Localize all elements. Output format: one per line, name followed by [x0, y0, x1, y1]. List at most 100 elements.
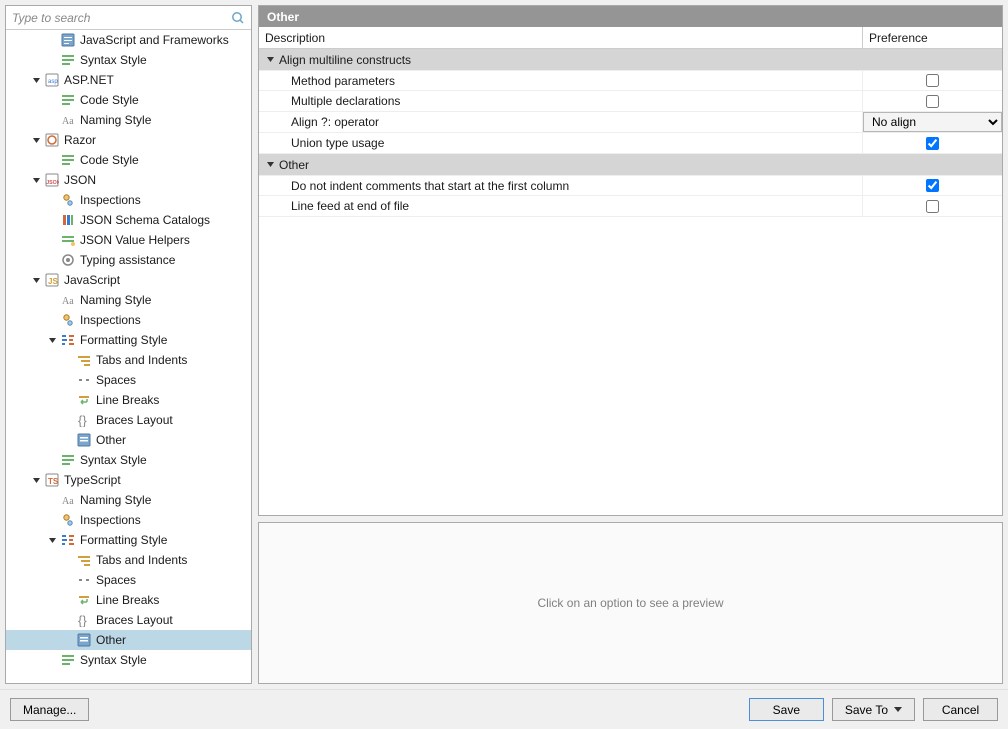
tree-item[interactable]: Tabs and Indents	[6, 550, 251, 570]
tree-item[interactable]: Inspections	[6, 190, 251, 210]
tree-item-label: Inspections	[80, 513, 247, 527]
tree-item[interactable]: Code Style	[6, 90, 251, 110]
tree-item[interactable]: {}Braces Layout	[6, 410, 251, 430]
lbreaks-icon	[76, 392, 92, 408]
lbreaks-icon	[76, 592, 92, 608]
expander-icon	[46, 114, 58, 126]
tree-item[interactable]: Syntax Style	[6, 650, 251, 670]
tree-item[interactable]: Syntax Style	[6, 50, 251, 70]
tree-item[interactable]: Syntax Style	[6, 450, 251, 470]
tree-item[interactable]: Razor	[6, 130, 251, 150]
expander-icon	[46, 54, 58, 66]
tree-item[interactable]: Spaces	[6, 570, 251, 590]
svg-text:asp: asp	[48, 79, 58, 85]
option-row[interactable]: Union type usage	[259, 133, 1002, 154]
search-icon[interactable]	[227, 7, 249, 29]
tree-item[interactable]: JSJavaScript	[6, 270, 251, 290]
expander-icon	[46, 654, 58, 666]
tree-item[interactable]: AaNaming Style	[6, 290, 251, 310]
expander-icon	[62, 614, 74, 626]
tree-item-label: Syntax Style	[80, 53, 247, 67]
option-row[interactable]: Method parameters	[259, 70, 1002, 91]
expander-icon[interactable]	[30, 474, 42, 486]
column-preference[interactable]: Preference	[862, 27, 1002, 48]
expander-icon	[62, 554, 74, 566]
option-label: Align ?: operator	[259, 115, 862, 129]
tree-item-label: Formatting Style	[80, 533, 247, 547]
tree-item[interactable]: Other	[6, 430, 251, 450]
tree-item[interactable]: Inspections	[6, 510, 251, 530]
tree-item-label: ASP.NET	[64, 73, 247, 87]
save-to-button[interactable]: Save To	[832, 698, 915, 721]
tree-item[interactable]: Line Breaks	[6, 390, 251, 410]
tree-item-label: Other	[96, 433, 247, 447]
expander-icon	[62, 594, 74, 606]
file-razor-icon	[44, 132, 60, 148]
tree-item[interactable]: Formatting Style	[6, 530, 251, 550]
option-row[interactable]: Line feed at end of file	[259, 196, 1002, 217]
option-row[interactable]: Align ?: operatorNo align	[259, 112, 1002, 133]
tree-item[interactable]: Spaces	[6, 370, 251, 390]
tree-item[interactable]: JSON Schema Catalogs	[6, 210, 251, 230]
file-asp-icon: asp	[44, 72, 60, 88]
naming-icon: Aa	[60, 112, 76, 128]
tree-item[interactable]: Typing assistance	[6, 250, 251, 270]
tree-item[interactable]: AaNaming Style	[6, 490, 251, 510]
tree-item-label: JavaScript	[64, 273, 247, 287]
svg-text:{}: {}	[78, 413, 87, 427]
expander-icon[interactable]	[46, 534, 58, 546]
expander-icon[interactable]	[30, 74, 42, 86]
settings-tree[interactable]: JavaScript and Frameworks Syntax Style asp…	[6, 30, 251, 683]
select[interactable]: No align	[863, 112, 1002, 132]
search-box	[6, 6, 251, 30]
group-row[interactable]: Other	[259, 154, 1002, 175]
tree-item[interactable]: TSTypeScript	[6, 470, 251, 490]
tree-item[interactable]: Formatting Style	[6, 330, 251, 350]
option-control	[862, 91, 1002, 111]
syntax-icon	[60, 652, 76, 668]
tree-item[interactable]: Inspections	[6, 310, 251, 330]
save-button[interactable]: Save	[749, 698, 824, 721]
svg-text:TS: TS	[48, 477, 59, 486]
manage-button[interactable]: Manage...	[10, 698, 89, 721]
format-icon	[60, 332, 76, 348]
expander-icon[interactable]	[30, 134, 42, 146]
checkbox[interactable]	[926, 200, 939, 213]
tree-item[interactable]: Code Style	[6, 150, 251, 170]
search-input[interactable]	[6, 11, 227, 25]
expander-icon[interactable]	[30, 274, 42, 286]
expander-icon[interactable]	[30, 174, 42, 186]
options-grid: Other Description Preference Align multi…	[258, 5, 1003, 516]
expander-icon	[62, 414, 74, 426]
expander-icon	[46, 234, 58, 246]
syntax-icon	[60, 452, 76, 468]
tree-item[interactable]: JavaScript and Frameworks	[6, 30, 251, 50]
naming-icon: Aa	[60, 492, 76, 508]
option-label: Union type usage	[259, 136, 862, 150]
checkbox[interactable]	[926, 179, 939, 192]
checkbox[interactable]	[926, 137, 939, 150]
tree-item[interactable]: Tabs and Indents	[6, 350, 251, 370]
braces-icon: {}	[76, 612, 92, 628]
file-js-icon	[60, 32, 76, 48]
tree-item[interactable]: AaNaming Style	[6, 110, 251, 130]
option-row[interactable]: Do not indent comments that start at the…	[259, 175, 1002, 196]
column-description[interactable]: Description	[259, 27, 862, 48]
checkbox[interactable]	[926, 74, 939, 87]
expander-icon[interactable]	[46, 334, 58, 346]
tree-item[interactable]: Line Breaks	[6, 590, 251, 610]
tree-item[interactable]: JSONJSON	[6, 170, 251, 190]
group-label: Other	[279, 158, 309, 172]
tree-item[interactable]: asp ASP.NET	[6, 70, 251, 90]
option-label: Line feed at end of file	[259, 199, 862, 213]
tree-item[interactable]: JSON Value Helpers	[6, 230, 251, 250]
expander-icon	[62, 574, 74, 586]
tree-item[interactable]: Other	[6, 630, 251, 650]
cancel-button[interactable]: Cancel	[923, 698, 998, 721]
tree-item[interactable]: {}Braces Layout	[6, 610, 251, 630]
expander-icon	[46, 494, 58, 506]
checkbox[interactable]	[926, 95, 939, 108]
group-row[interactable]: Align multiline constructs	[259, 49, 1002, 70]
tree-item-label: Tabs and Indents	[96, 353, 247, 367]
option-row[interactable]: Multiple declarations	[259, 91, 1002, 112]
